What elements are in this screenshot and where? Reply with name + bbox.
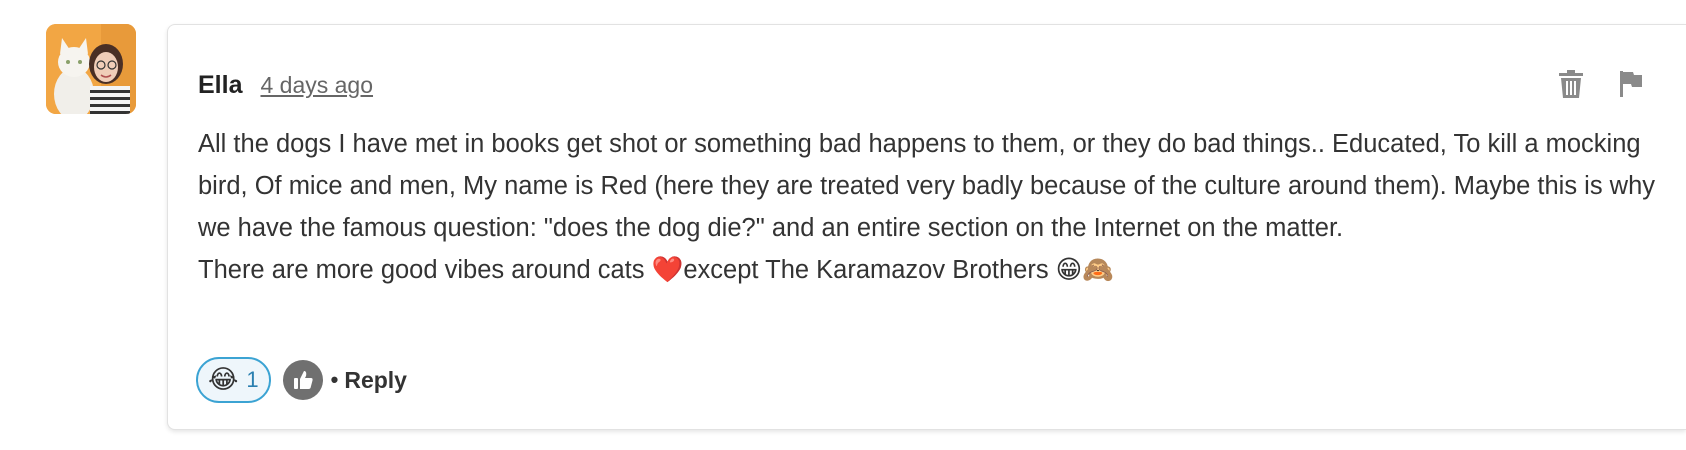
comment-paragraph: There are more good vibes around cats ❤️… bbox=[198, 249, 1658, 291]
trash-icon bbox=[1559, 70, 1583, 98]
comment-text: There are more good vibes around cats bbox=[198, 256, 652, 284]
comment-thread: Ella 4 days ago All the dogs I have met … bbox=[0, 0, 1686, 450]
heart-emoji: ❤️ bbox=[651, 255, 684, 285]
comment-card: Ella 4 days ago All the dogs I have met … bbox=[167, 24, 1686, 430]
reaction-count: 1 bbox=[246, 367, 259, 392]
comment-actions bbox=[1556, 67, 1646, 101]
delete-button[interactable] bbox=[1556, 67, 1586, 101]
reply-button[interactable]: Reply bbox=[344, 367, 407, 394]
thumbs-up-icon bbox=[293, 371, 313, 389]
laughing-emoji-icon: 😂 bbox=[208, 365, 239, 395]
comment-body: All the dogs I have met in books get sho… bbox=[198, 123, 1658, 291]
comment-timestamp[interactable]: 4 days ago bbox=[260, 72, 373, 99]
comment-footer: 😂 1 • Reply bbox=[196, 355, 407, 405]
reaction-button[interactable]: 😂 1 bbox=[196, 357, 271, 403]
author-name[interactable]: Ella bbox=[198, 71, 242, 100]
see-no-evil-monkey-emoji: 🙈 bbox=[1082, 255, 1115, 285]
flag-button[interactable] bbox=[1616, 67, 1646, 101]
grin-emoji: 😁 bbox=[1055, 255, 1083, 285]
separator-dot: • bbox=[330, 367, 339, 392]
comment-text: except The Karamazov Brothers bbox=[683, 256, 1056, 284]
comment-header: Ella 4 days ago bbox=[198, 71, 373, 100]
avatar-photo bbox=[46, 24, 136, 114]
flag-icon bbox=[1620, 71, 1642, 97]
like-button[interactable] bbox=[282, 360, 323, 400]
avatar[interactable] bbox=[46, 24, 136, 114]
comment-paragraph: All the dogs I have met in books get sho… bbox=[198, 130, 1656, 242]
